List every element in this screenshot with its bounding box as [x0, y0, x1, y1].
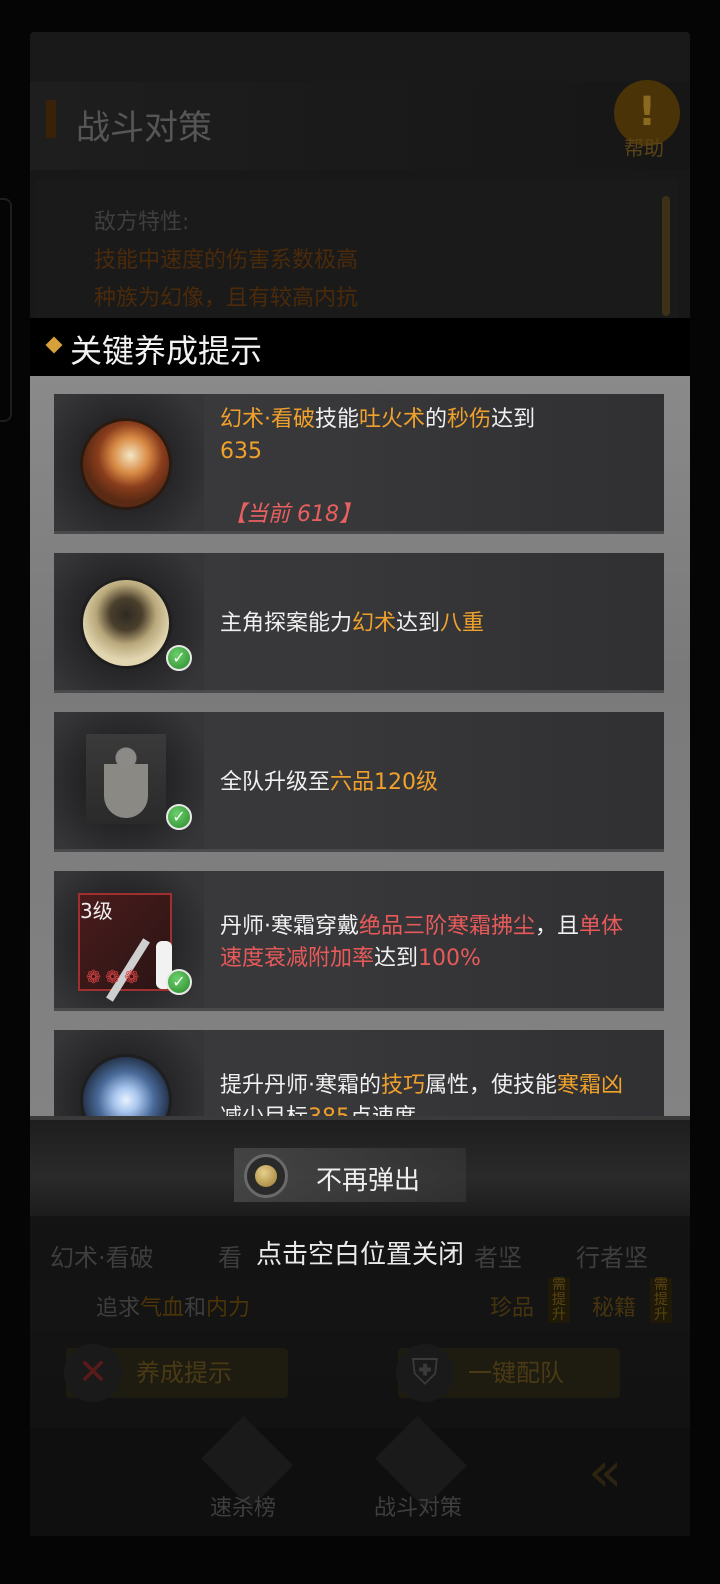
collapse-arrow-icon[interactable]: «: [588, 1440, 622, 1505]
manual-tag[interactable]: 秘籍: [592, 1290, 636, 1322]
modal-title: 关键养成提示: [70, 332, 263, 370]
treasure-tag[interactable]: 珍品: [490, 1290, 534, 1322]
check-icon: ✓: [166, 969, 192, 995]
enemy-trait: 种族为幻像，且有较高内抗: [94, 286, 359, 311]
page-title: 战斗对策: [76, 108, 212, 148]
check-icon: ✓: [166, 804, 192, 830]
tip-card[interactable]: 3级 ❁❁❁ ✓ 丹师·寒霜穿戴绝品三阶寒霜拂尘，且单体速度衰减附加率达到100…: [54, 871, 664, 1011]
tip-text: 丹师·寒霜穿戴绝品三阶寒霜拂尘，且单体速度衰减附加率达到100%: [220, 914, 624, 971]
side-edge: [0, 198, 12, 422]
item-level: 3级: [80, 899, 113, 923]
tip-text: 全队升级至六品120级: [220, 770, 439, 795]
hooded-figure-icon: [80, 577, 172, 669]
nav-battle-strategy[interactable]: 战斗对策: [374, 1490, 462, 1522]
frost-skill-icon: [80, 1054, 172, 1118]
close-x-icon: ✕: [64, 1344, 122, 1402]
upgrade-tag: 需提升: [548, 1278, 570, 1323]
tip-text: 幻术·看破技能吐火术的秒伤达到 635: [220, 407, 536, 464]
no-popup-radio[interactable]: [244, 1154, 288, 1198]
no-popup-label[interactable]: 不再弹出: [316, 1160, 420, 1197]
tip-card[interactable]: 提升丹师·寒霜的技巧属性，使技能寒霜凶减少目标385点速度: [54, 1030, 664, 1118]
check-icon: ✓: [166, 645, 192, 671]
tip-text: 主角探案能力幻术达到八重: [220, 611, 485, 636]
title-accent: [46, 100, 56, 138]
shield-icon: ⛨: [396, 1344, 454, 1402]
tip-text: 提升丹师·寒霜的技巧属性，使技能寒霜凶减少目标385点速度: [220, 1073, 624, 1118]
help-label[interactable]: 帮助: [624, 132, 664, 161]
pursue-text: 追求气血和内力: [96, 1296, 251, 1321]
close-hint: 点击空白位置关闭: [255, 1240, 464, 1270]
team-silhouette-icon: [86, 734, 166, 824]
nav-kill-rank[interactable]: 速杀榜: [210, 1490, 276, 1522]
tip-card[interactable]: ✓ 全队升级至六品120级: [54, 712, 664, 852]
tip-card[interactable]: ✓ 主角探案能力幻术达到八重: [54, 553, 664, 693]
tips-list[interactable]: 幻术·看破技能吐火术的秒伤达到 635 【当前 618】 ✓ 主角探案能力幻术达到…: [30, 376, 690, 1118]
enemy-traits-heading: 敌方特性:: [94, 210, 190, 235]
fireball-skill-icon: [80, 418, 172, 510]
current-value: 【当前 618】: [224, 502, 361, 527]
enemy-traits-scrollbar[interactable]: [662, 196, 670, 316]
upgrade-tag: 需提升: [650, 1278, 672, 1323]
star-icon: ❁❁❁: [86, 967, 144, 988]
enemy-trait: 技能中速度的伤害系数极高: [94, 248, 359, 273]
tip-card[interactable]: 幻术·看破技能吐火术的秒伤达到 635 【当前 618】: [54, 394, 664, 534]
